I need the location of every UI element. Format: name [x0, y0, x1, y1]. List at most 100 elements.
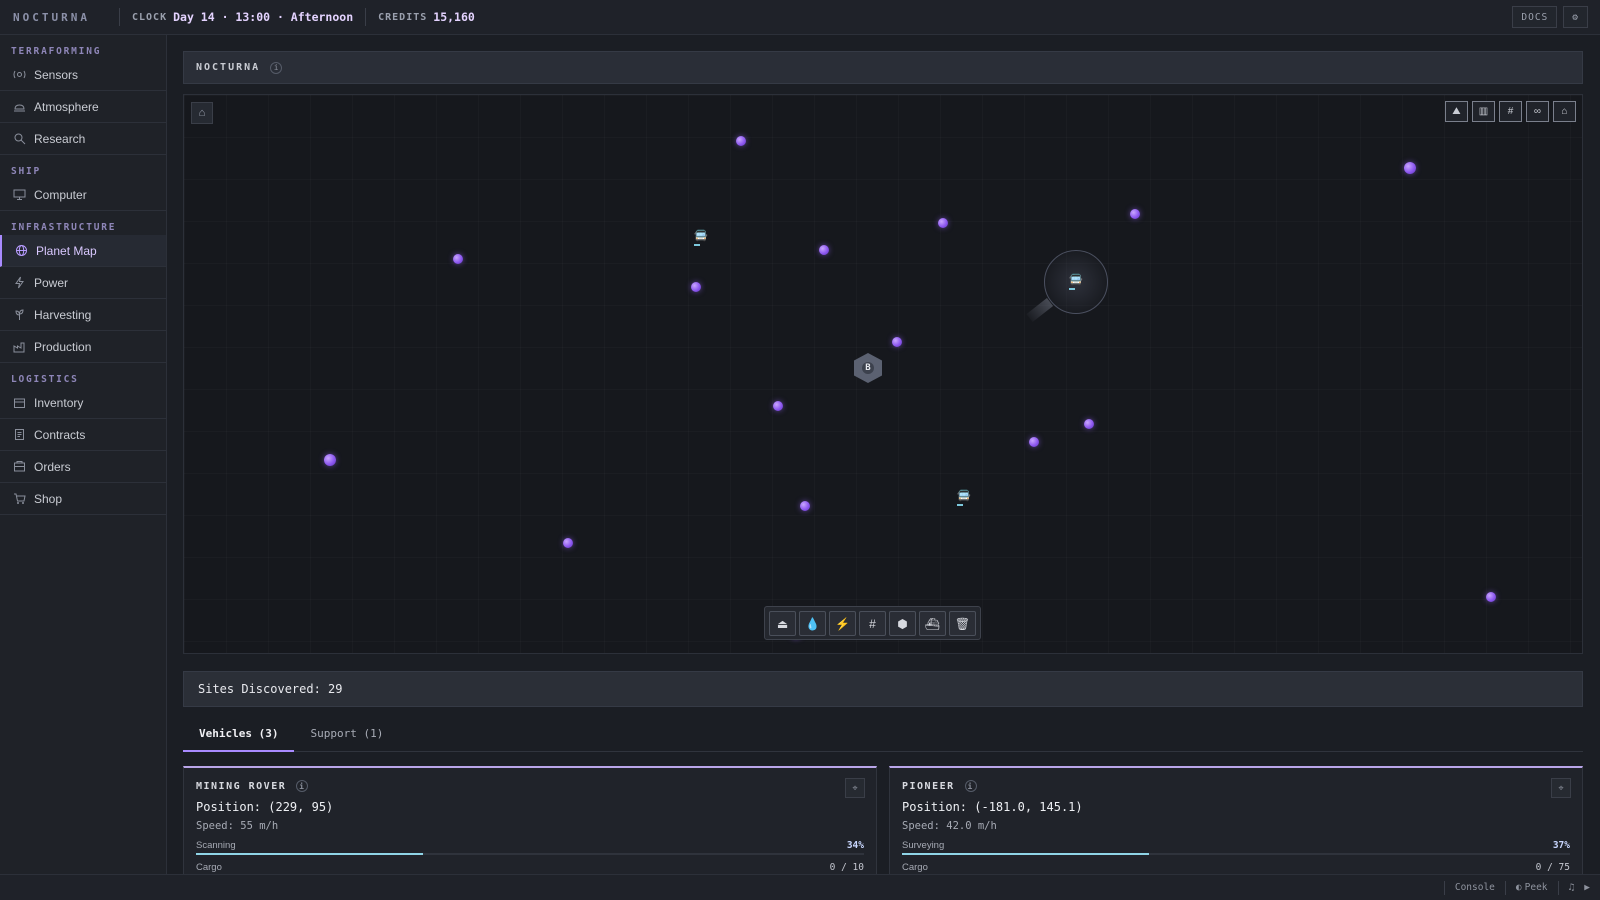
build-water-button[interactable]: 💧 — [799, 611, 826, 636]
peek-button[interactable]: ◐ Peek — [1516, 882, 1548, 893]
site-marker[interactable] — [1130, 209, 1140, 219]
docs-button[interactable]: DOCS — [1512, 6, 1558, 28]
site-marker[interactable] — [691, 282, 701, 292]
factory-icon — [12, 340, 26, 354]
build-hex-button[interactable]: ⬢ — [889, 611, 916, 636]
base-marker[interactable]: B — [854, 353, 882, 383]
map-title: NOCTURNA — [196, 62, 261, 73]
play-icon: ▶ — [1584, 882, 1590, 893]
demolish-button[interactable]: 🗑 — [949, 611, 976, 636]
terrain-layer-button[interactable]: ⛰ — [1445, 101, 1468, 122]
info-icon[interactable]: i — [964, 780, 977, 792]
sites-discovered-bar: Sites Discovered: 29 — [183, 671, 1583, 707]
document-icon — [12, 428, 26, 442]
sidebar-item-computer[interactable]: Computer — [0, 179, 166, 211]
sidebar-section-terraforming: TERRAFORMING — [11, 46, 102, 57]
chart-icon: ▥ — [1478, 106, 1489, 117]
sidebar-item-inventory[interactable]: Inventory — [0, 387, 166, 419]
trash-icon: 🗑 — [954, 616, 971, 631]
site-marker[interactable] — [892, 337, 902, 347]
eye-icon: ◐ — [1515, 882, 1522, 893]
sidebar-item-production[interactable]: Production — [0, 331, 166, 363]
build-power-button[interactable]: ⚡ — [829, 611, 856, 636]
sidebar-item-power[interactable]: Power — [0, 267, 166, 299]
progress-bar-fill — [902, 853, 1150, 855]
mountain-icon: ⛰ — [1452, 106, 1461, 117]
console-button[interactable]: Console — [1455, 882, 1495, 893]
site-marker[interactable] — [324, 454, 336, 466]
planet-map[interactable]: ⌂ ⛰ ▥ # ∞ ⌂ 🚍 🚍 🚍 B ⏏ 💧 ⚡ # ⬢ ⛴ 🗑 — [183, 94, 1583, 654]
sidebar-item-contracts[interactable]: Contracts — [0, 419, 166, 451]
site-marker[interactable] — [773, 401, 783, 411]
divider — [365, 8, 367, 26]
sidebar-item-label: Atmosphere — [34, 99, 99, 114]
sidebar-item-label: Computer — [34, 187, 87, 202]
rover-icon: 🚍 — [957, 490, 971, 502]
chart-layer-button[interactable]: ▥ — [1472, 101, 1495, 122]
peek-label: Peek — [1524, 882, 1548, 893]
home-icon: ⌂ — [198, 107, 206, 119]
link-layer-button[interactable]: ∞ — [1526, 101, 1549, 122]
site-marker[interactable] — [453, 254, 463, 264]
sidebar-item-orders[interactable]: Orders — [0, 451, 166, 483]
sidebar-item-label: Orders — [34, 459, 71, 474]
main-content: NOCTURNA i ⌂ ⛰ ▥ # ∞ ⌂ 🚍 🚍 🚍 B ⏏ 💧 ⚡ # ⬢… — [183, 51, 1583, 886]
settings-button[interactable]: ⚙ — [1563, 6, 1588, 28]
site-marker[interactable] — [1029, 437, 1039, 447]
map-home-button[interactable]: ⌂ — [191, 102, 213, 124]
sidebar-item-label: Power — [34, 275, 69, 290]
grid-icon: # — [869, 616, 876, 631]
sidebar-item-atmosphere[interactable]: Atmosphere — [0, 91, 166, 123]
sidebar-item-sensors[interactable]: Sensors — [0, 59, 166, 91]
cargo-label: Cargo — [196, 862, 222, 873]
sidebar-item-label: Research — [34, 131, 86, 146]
cargo-value: 0 / 10 — [829, 862, 864, 873]
grid-layer-button[interactable]: # — [1499, 101, 1522, 122]
clock-label: CLOCK — [132, 11, 168, 23]
build-dome-button[interactable]: ⏏ — [769, 611, 796, 636]
sidebar-section-infrastructure: INFRASTRUCTURE — [11, 222, 117, 233]
info-icon[interactable]: i — [296, 780, 309, 792]
vehicle-progress-value: 34% — [846, 840, 864, 851]
sidebar-item-harvesting[interactable]: Harvesting — [0, 299, 166, 331]
info-icon[interactable]: i — [270, 61, 283, 74]
sidebar-item-planet-map[interactable]: Planet Map — [0, 235, 166, 267]
site-marker[interactable] — [938, 218, 948, 228]
site-marker[interactable] — [819, 245, 829, 255]
locate-vehicle-button[interactable]: ⌖ — [845, 778, 865, 798]
link-icon: ∞ — [1533, 106, 1542, 117]
site-marker[interactable] — [1486, 592, 1496, 602]
cargo-value: 0 / 75 — [1535, 862, 1570, 873]
vehicle-card: PIONEER i ⌖ Position: (-181.0, 145.1) Sp… — [889, 766, 1583, 886]
site-marker[interactable] — [1404, 162, 1416, 174]
build-grid-button[interactable]: # — [859, 611, 886, 636]
locate-vehicle-button[interactable]: ⌖ — [1551, 778, 1571, 798]
build-ship-button[interactable]: ⛴ — [919, 611, 946, 636]
bottom-bar: Console ◐ Peek ♫ ▶ — [0, 874, 1600, 900]
site-marker[interactable] — [563, 538, 573, 548]
vehicle-position: Position: (-181.0, 145.1) — [902, 800, 1083, 814]
app-brand: NOCTURNA — [13, 10, 90, 24]
site-marker[interactable] — [736, 136, 746, 146]
vehicle-marker[interactable]: 🚍 — [955, 489, 973, 506]
sensor-icon — [12, 68, 26, 82]
sites-discovered-text: Sites Discovered: 29 — [198, 682, 343, 696]
site-marker[interactable] — [1084, 419, 1094, 429]
vehicle-speed: Speed: 42.0 m/h — [902, 820, 997, 832]
sidebar-item-shop[interactable]: Shop — [0, 483, 166, 515]
play-button[interactable]: ▶ — [1584, 882, 1590, 893]
tab-vehicles[interactable]: Vehicles (3) — [183, 722, 295, 752]
vehicle-marker[interactable]: 🚍 — [692, 229, 710, 246]
map-layer-tools: ⛰ ▥ # ∞ ⌂ — [1445, 101, 1576, 122]
base-layer-button[interactable]: ⌂ — [1553, 101, 1576, 122]
vehicle-marker[interactable]: 🚍 — [1067, 273, 1085, 290]
site-marker[interactable] — [800, 501, 810, 511]
cargo-label: Cargo — [902, 862, 928, 873]
sidebar-section-logistics: LOGISTICS — [11, 374, 79, 385]
vehicle-card-header: PIONEER i — [902, 780, 1570, 792]
music-button[interactable]: ♫ — [1569, 882, 1575, 893]
tab-support[interactable]: Support (1) — [294, 722, 399, 752]
orders-icon — [12, 460, 26, 474]
sidebar-item-research[interactable]: Research — [0, 123, 166, 155]
hexagon-icon: ⬢ — [897, 616, 908, 631]
